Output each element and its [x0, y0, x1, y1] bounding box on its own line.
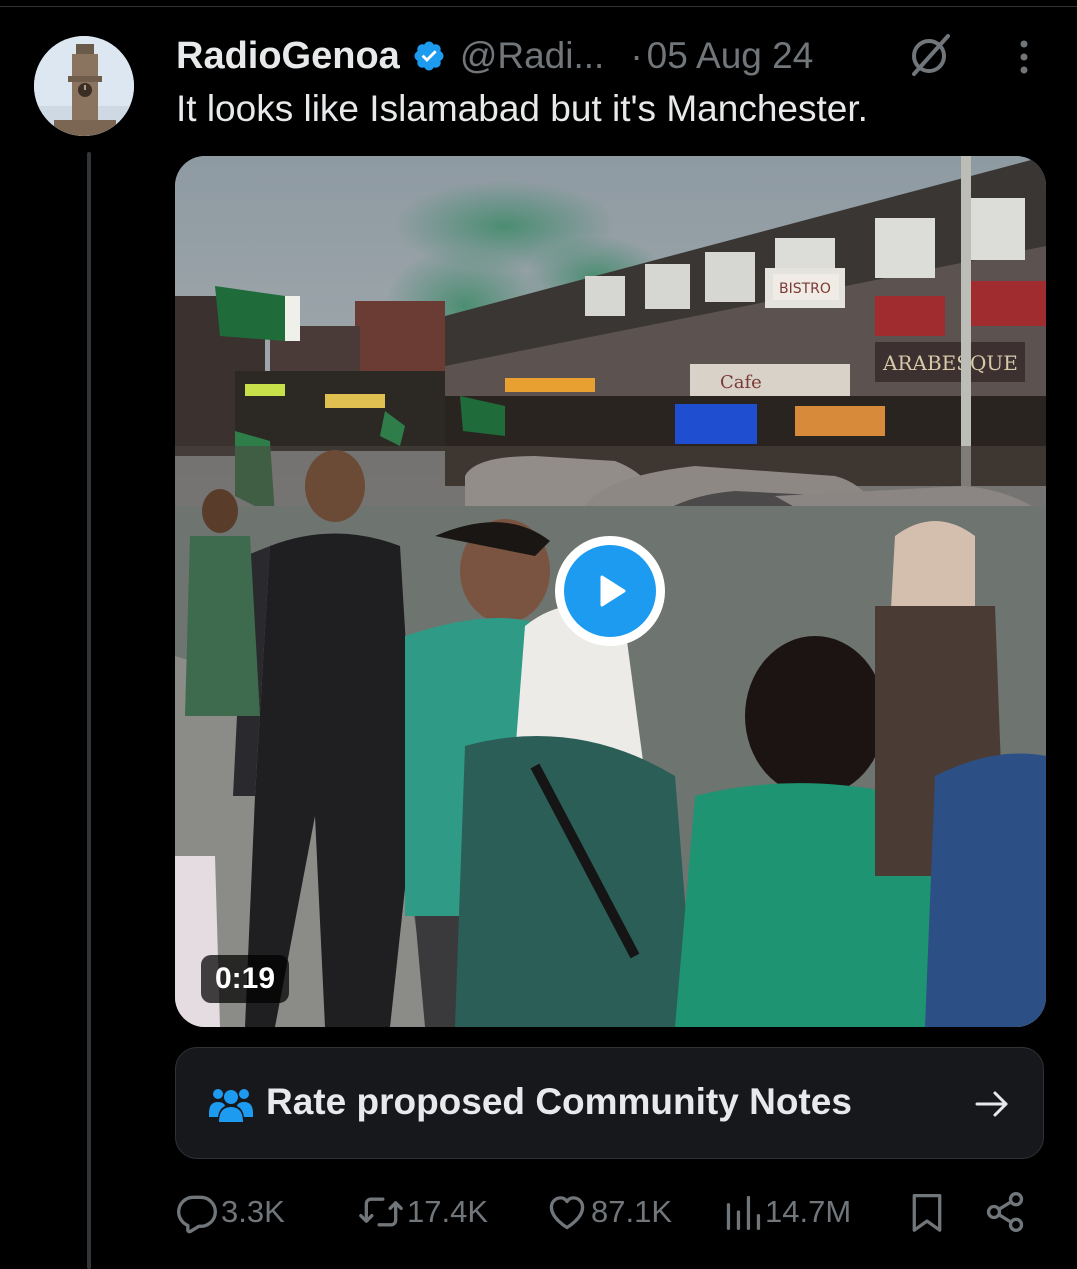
video-player[interactable]: ARABESQUE Cafe BISTRO 0:19: [175, 156, 1046, 1027]
more-vertical-icon[interactable]: [1010, 38, 1038, 78]
avatar[interactable]: [34, 36, 134, 136]
like-button[interactable]: 87.1K: [545, 1184, 672, 1240]
views-button[interactable]: 14.7M: [723, 1184, 851, 1240]
action-bar: 3.3K 17.4K 87.1K 14.7M: [175, 1184, 1035, 1240]
shop-sign-bistro: BISTRO: [779, 281, 831, 297]
repost-button[interactable]: 17.4K: [357, 1184, 488, 1240]
display-name[interactable]: RadioGenoa: [176, 35, 400, 78]
tweet-text: It looks like Islamabad but it's Manches…: [176, 88, 868, 129]
timestamp[interactable]: 05 Aug 24: [647, 35, 814, 77]
shop-sign-arabesque: ARABESQUE: [882, 351, 1018, 375]
views-icon: [723, 1190, 763, 1234]
bookmark-button[interactable]: [907, 1184, 947, 1240]
repost-icon: [357, 1190, 405, 1234]
thread-line: [87, 152, 91, 1269]
community-notes-label: Rate proposed Community Notes: [266, 1081, 852, 1122]
shop-sign-cafe: Cafe: [720, 372, 762, 393]
repost-count: 17.4K: [407, 1194, 489, 1229]
reply-button[interactable]: 3.3K: [175, 1184, 285, 1240]
share-icon: [983, 1190, 1027, 1234]
play-icon: [564, 545, 656, 637]
arrow-right-icon: [974, 1088, 1010, 1120]
like-count: 87.1K: [591, 1194, 673, 1229]
community-notes-card[interactable]: Rate proposed Community Notes: [175, 1047, 1044, 1159]
reply-count: 3.3K: [221, 1194, 285, 1229]
separator-dot: ·: [630, 35, 643, 76]
reply-icon: [175, 1190, 219, 1234]
views-count: 14.7M: [765, 1194, 852, 1229]
bookmark-icon: [907, 1190, 947, 1234]
video-duration: 0:19: [201, 955, 290, 1003]
share-button[interactable]: [983, 1184, 1027, 1240]
top-divider: [0, 6, 1077, 7]
tweet-header: RadioGenoa @Radi... · 05 Aug 24: [176, 28, 813, 84]
heart-icon: [545, 1190, 589, 1234]
play-button[interactable]: [555, 536, 665, 646]
verified-badge-icon[interactable]: [412, 39, 446, 73]
grok-icon[interactable]: [906, 30, 956, 80]
handle[interactable]: @Radi...: [460, 35, 605, 77]
people-icon: [208, 1085, 254, 1123]
avatar-clocktower-image: [34, 36, 134, 136]
